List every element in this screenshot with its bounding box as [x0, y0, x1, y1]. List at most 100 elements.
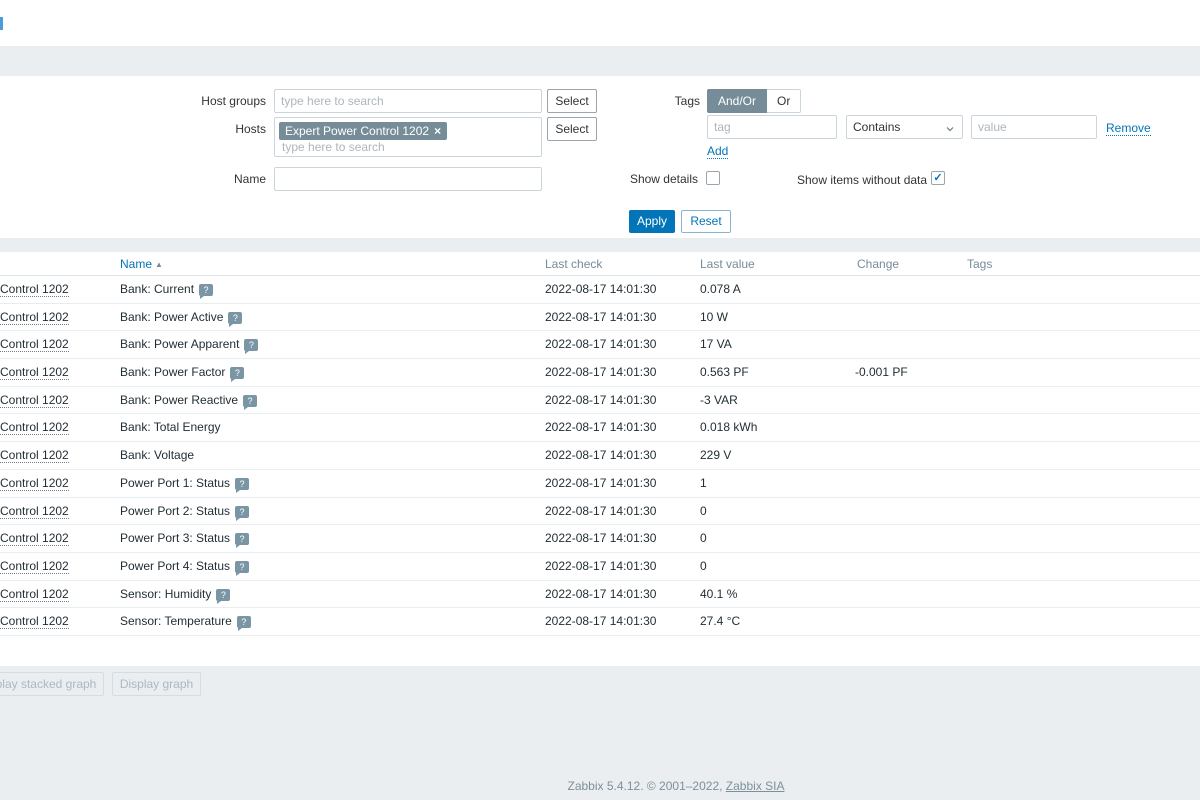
display-stacked-graph-button[interactable]: play stacked graph [0, 672, 104, 696]
host-link[interactable]: Control 1202 [0, 614, 69, 630]
item-name: Bank: Power Reactive [120, 392, 239, 407]
host-cell: Control 1202 [0, 387, 69, 414]
help-icon[interactable]: ? [236, 616, 251, 632]
table-row: Control 1202 Bank: Voltage 2022-08-17 14… [0, 442, 1200, 470]
footer-credits: Zabbix 5.4.12. © 2001–2022, Zabbix SIA [76, 779, 1200, 793]
host-chip-label: Expert Power Control 1202 [285, 124, 430, 138]
item-name-cell: Bank: Current? [120, 276, 214, 303]
host-link[interactable]: Control 1202 [0, 586, 69, 602]
footer-version: Zabbix 5.4.12. © 2001–2022, [567, 779, 726, 793]
help-icon[interactable]: ? [235, 477, 250, 493]
chip-remove-icon[interactable]: × [434, 124, 441, 138]
item-name: Power Port 2: Status [120, 503, 231, 518]
table-row: Control 1202 Power Port 2: Status? 2022-… [0, 498, 1200, 526]
table-row: Control 1202 Bank: Power Apparent? 2022-… [0, 331, 1200, 360]
display-graph-button[interactable]: Display graph [112, 672, 201, 696]
host-groups-input[interactable] [274, 89, 542, 113]
last-value-cell: 27.4 °C [700, 614, 741, 629]
item-name-cell: Bank: Power Factor? [120, 359, 245, 386]
tag-operator-or[interactable]: Or [767, 89, 802, 113]
last-check-cell: 2022-08-17 14:01:30 [545, 365, 657, 380]
help-icon[interactable]: ? [244, 339, 259, 355]
last-check-cell: 2022-08-17 14:01:30 [545, 337, 657, 352]
item-name-cell: Bank: Total Energy [120, 414, 221, 441]
table-row: Control 1202 Bank: Power Reactive? 2022-… [0, 387, 1200, 415]
column-header-name[interactable]: Name ▲ [120, 252, 163, 277]
host-link[interactable]: Control 1202 [0, 503, 69, 519]
host-link[interactable]: Control 1202 [0, 531, 69, 547]
help-icon[interactable]: ? [235, 533, 250, 549]
tag-name-input[interactable] [707, 115, 837, 139]
remove-tag-link[interactable]: Remove [1106, 121, 1151, 136]
help-icon[interactable]: ? [235, 560, 250, 576]
column-header-name-label: Name [120, 257, 153, 271]
help-icon[interactable]: ? [228, 311, 243, 327]
hosts-search-placeholder[interactable]: type here to search [282, 140, 385, 154]
host-link[interactable]: Control 1202 [0, 420, 69, 436]
host-cell: Control 1202 [0, 331, 69, 358]
column-header-last-value: Last value [700, 257, 755, 271]
host-link[interactable]: Control 1202 [0, 365, 69, 381]
last-check-cell: 2022-08-17 14:01:30 [545, 282, 657, 296]
help-icon[interactable]: ? [199, 284, 214, 299]
host-cell: Control 1202 [0, 608, 69, 635]
chevron-down-icon [946, 127, 954, 132]
show-items-checkbox[interactable] [931, 171, 945, 185]
item-name: Power Port 4: Status [120, 558, 231, 573]
item-name-cell: Power Port 1: Status? [120, 470, 250, 497]
tag-condition-value: Contains [853, 120, 901, 134]
item-name: Bank: Total Energy [120, 420, 221, 435]
tag-value-input[interactable] [971, 115, 1097, 139]
latest-data-page: Host groups Select Hosts Expert Power Co… [0, 0, 1200, 800]
host-chip[interactable]: Expert Power Control 1202 × [279, 122, 448, 140]
last-check-cell: 2022-08-17 14:01:30 [545, 448, 657, 463]
host-link[interactable]: Control 1202 [0, 558, 69, 574]
host-cell: Control 1202 [0, 470, 69, 497]
add-tag-link[interactable]: Add [707, 144, 729, 159]
table-row: Control 1202 Power Port 1: Status? 2022-… [0, 470, 1200, 498]
host-link[interactable]: Control 1202 [0, 392, 69, 408]
table-row: Control 1202 Bank: Power Factor? 2022-08… [0, 359, 1200, 387]
zabbix-sia-link[interactable]: Zabbix SIA [726, 779, 785, 793]
item-name: Bank: Current [120, 282, 195, 296]
host-groups-label: Host groups [201, 94, 266, 108]
item-name: Power Port 3: Status [120, 531, 231, 546]
hosts-select-button[interactable]: Select [547, 117, 597, 141]
show-details-checkbox[interactable] [706, 171, 720, 185]
cropped-title-fragment [0, 17, 3, 30]
help-icon[interactable]: ? [230, 367, 245, 383]
item-name: Bank: Power Factor [120, 365, 226, 380]
hosts-label: Hosts [235, 122, 266, 136]
item-name-cell: Power Port 2: Status? [120, 498, 250, 525]
tag-operator-and-or[interactable]: And/Or [707, 89, 768, 113]
name-label: Name [233, 172, 266, 186]
last-value-cell: 0.563 PF [700, 365, 749, 380]
item-name: Bank: Voltage [120, 448, 195, 463]
hosts-multiselect[interactable]: Expert Power Control 1202 × type here to … [274, 117, 542, 157]
reset-button[interactable]: Reset [681, 210, 731, 233]
apply-button[interactable]: Apply [629, 210, 675, 233]
host-link[interactable]: Control 1202 [0, 475, 69, 491]
name-input[interactable] [274, 167, 542, 191]
last-check-cell: 2022-08-17 14:01:30 [545, 586, 657, 601]
host-link[interactable]: Control 1202 [0, 282, 69, 297]
last-check-cell: 2022-08-17 14:01:30 [545, 475, 657, 490]
item-name: Bank: Power Active [120, 309, 224, 324]
host-link[interactable]: Control 1202 [0, 309, 69, 325]
help-icon[interactable]: ? [235, 505, 250, 521]
help-icon[interactable]: ? [216, 588, 231, 604]
item-name-cell: Bank: Power Apparent? [120, 331, 259, 358]
host-link[interactable]: Control 1202 [0, 448, 69, 464]
tag-condition-select[interactable]: Contains [846, 115, 963, 139]
item-name-cell: Power Port 4: Status? [120, 553, 250, 580]
column-header-change: Change [857, 257, 900, 271]
last-value-cell: -3 VAR [700, 392, 738, 407]
host-cell: Control 1202 [0, 498, 69, 525]
last-check-cell: 2022-08-17 14:01:30 [545, 614, 657, 629]
host-cell: Control 1202 [0, 442, 69, 469]
tags-label: Tags [674, 94, 700, 108]
host-link[interactable]: Control 1202 [0, 337, 69, 353]
host-cell: Control 1202 [0, 581, 69, 608]
last-check-cell: 2022-08-17 14:01:30 [545, 531, 657, 546]
help-icon[interactable]: ? [243, 394, 258, 410]
